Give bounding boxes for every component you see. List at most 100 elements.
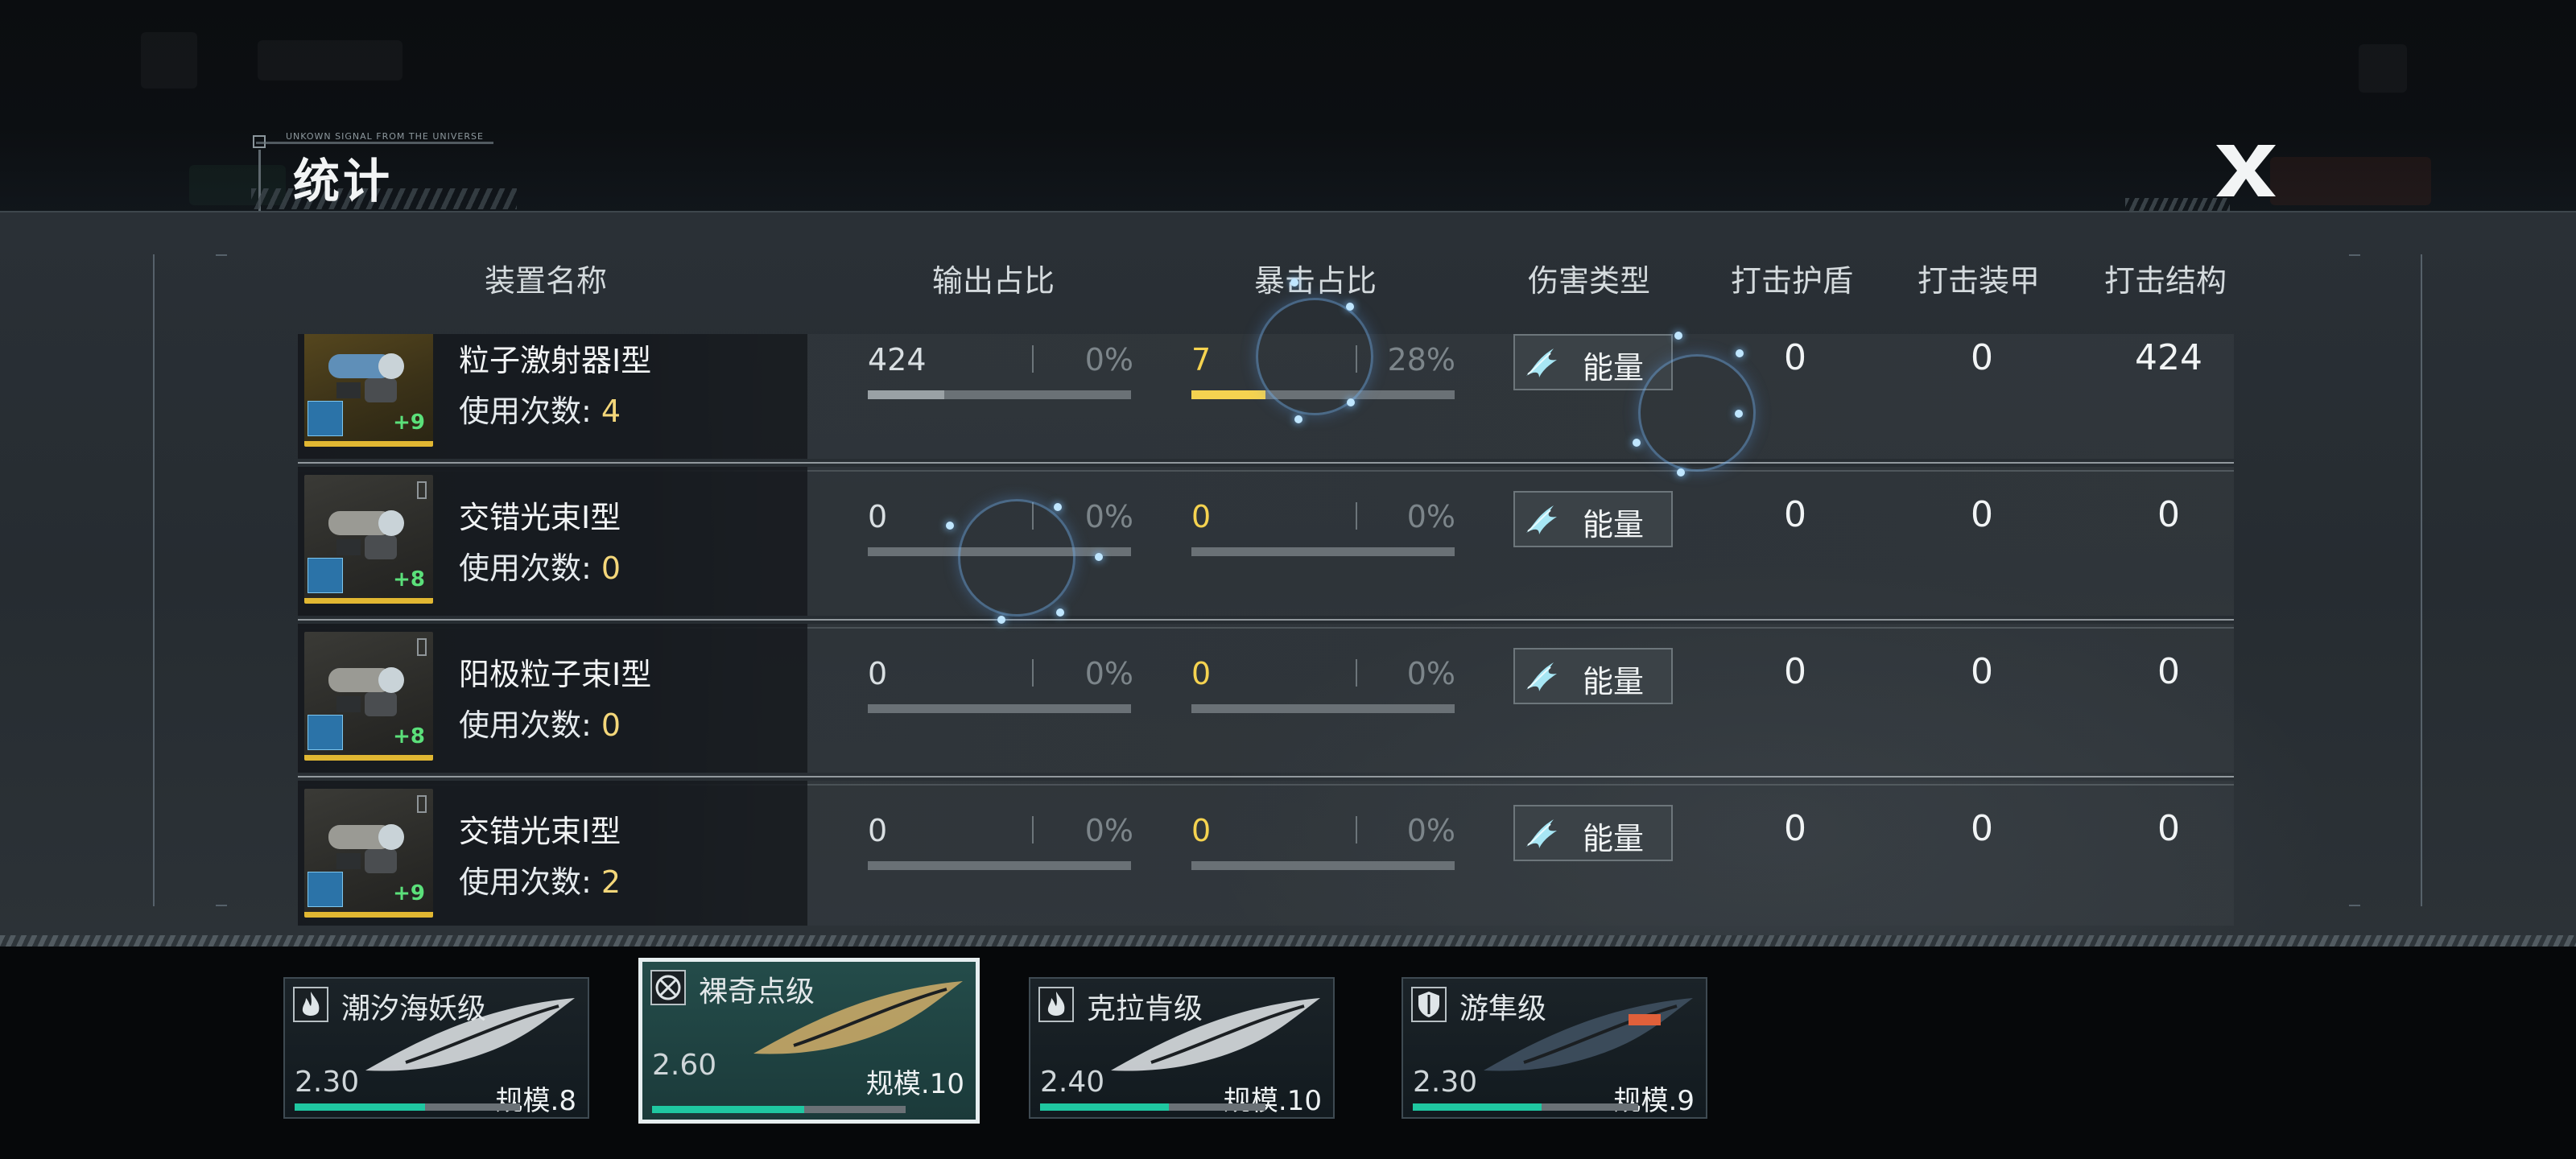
output-pct: 0%: [1084, 813, 1133, 848]
target-icon: [650, 970, 686, 1005]
header-hit-shield: 打击护盾: [1731, 263, 1854, 299]
ship-hp-bar: [1040, 1103, 1169, 1111]
damage-type-badge[interactable]: 能量: [1513, 648, 1673, 704]
damage-type-label: 能量: [1583, 821, 1645, 856]
ship-card[interactable]: 克拉肯级 2.40 规模.10: [1029, 977, 1335, 1119]
crit-pct: 0%: [1406, 656, 1455, 691]
corner-mark-icon: [417, 481, 427, 499]
divider: [1356, 816, 1357, 843]
energy-badge-icon: [308, 401, 343, 436]
output-pct: 0%: [1084, 656, 1133, 691]
hit-armor-value: 0: [1971, 651, 1993, 692]
ship-scale: 规模.8: [495, 1085, 576, 1117]
header-crit-ratio: 暴击占比: [1254, 263, 1377, 299]
divider: [1032, 816, 1034, 843]
bottom-divider: [0, 935, 2576, 947]
output-bar: [868, 704, 1131, 713]
hit-shield-value: 0: [1784, 494, 1806, 535]
crit-bar: [1191, 861, 1455, 870]
ship-name: 潮汐海妖级: [341, 992, 487, 1025]
close-icon: [2216, 145, 2276, 196]
crit-value: 0: [1191, 499, 1212, 534]
weapon-name: 粒子激射器I型: [459, 343, 652, 378]
energy-badge-icon: [308, 558, 343, 593]
title-deco-text: UNKOWN SIGNAL FROM THE UNIVERSE: [286, 131, 484, 142]
divider: [1356, 502, 1357, 530]
header-hit-structure: 打击结构: [2104, 263, 2227, 299]
output-value: 0: [868, 813, 888, 848]
weapon-thumbnail[interactable]: +9: [304, 789, 433, 918]
hit-structure-value: 424: [2135, 337, 2202, 378]
ship-power: 2.30: [295, 1066, 360, 1099]
hit-structure-value: 0: [2157, 651, 2180, 692]
divider: [1032, 345, 1034, 373]
ship-scale: 规模.10: [1223, 1085, 1322, 1117]
header-name: 装置名称: [485, 263, 608, 299]
use-count-label: 使用次数:: [459, 864, 592, 900]
damage-type-badge[interactable]: 能量: [1513, 491, 1673, 547]
use-count-value: 4: [601, 394, 621, 429]
weapon-thumbnail[interactable]: +9: [304, 334, 433, 447]
ship-hp-bar: [1413, 1103, 1542, 1111]
weapon-thumbnail[interactable]: +8: [304, 475, 433, 604]
energy-badge-icon: [308, 872, 343, 907]
use-count-row: 使用次数: 0: [459, 543, 621, 588]
hit-shield-value: 0: [1784, 337, 1806, 378]
hit-shield-value: 0: [1784, 651, 1806, 692]
crit-bar: [1191, 547, 1455, 556]
ship-power: 2.30: [1413, 1066, 1478, 1099]
use-count-value: 0: [601, 551, 621, 586]
use-count-row: 使用次数: 0: [459, 700, 621, 744]
table-row[interactable]: +8 阳极粒子束I型 使用次数: 0 0 0% 0 0% 能量 0 0 0: [298, 624, 2234, 786]
ship-hp-bar: [295, 1103, 426, 1111]
stats-table[interactable]: +9 粒子激射器I型 使用次数: 4 424 0% 7 28% 能量 0 0 424 +8 交错光束I型…: [0, 334, 2576, 926]
shield-icon: [1411, 987, 1447, 1022]
weapon-level: +9: [393, 881, 425, 905]
crit-value: 7: [1191, 342, 1212, 377]
crit-pct: 0%: [1406, 499, 1455, 534]
weapon-name: 阳极粒子束I型: [459, 657, 652, 692]
table-row[interactable]: +8 交错光束I型 使用次数: 0 0 0% 0 0% 能量 0 0 0: [298, 467, 2234, 629]
ship-card[interactable]: 潮汐海妖级 2.30 规模.8: [283, 977, 589, 1119]
header-output-ratio: 输出占比: [932, 263, 1055, 299]
ship-name: 游隼级: [1459, 992, 1547, 1025]
ship-power: 2.60: [652, 1049, 717, 1082]
weapon-level: +8: [393, 567, 425, 592]
output-value: 0: [868, 499, 888, 534]
header-damage-type: 伤害类型: [1528, 263, 1651, 299]
ship-card[interactable]: 裸奇点级 2.60 规模.10: [638, 958, 980, 1124]
hit-structure-value: 0: [2157, 494, 2180, 535]
crit-value: 0: [1191, 813, 1212, 848]
crit-pct: 0%: [1406, 813, 1455, 848]
damage-type-label: 能量: [1583, 664, 1645, 699]
use-count-label: 使用次数:: [459, 707, 592, 743]
close-button[interactable]: [2210, 138, 2282, 203]
output-bar: [868, 861, 1131, 870]
ship-name: 裸奇点级: [699, 975, 815, 1008]
crit-bar-fill: [1191, 390, 1265, 399]
hit-armor-value: 0: [1971, 808, 1993, 849]
damage-type-badge[interactable]: 能量: [1513, 805, 1673, 861]
energy-icon: [1523, 501, 1560, 538]
energy-icon: [1523, 344, 1560, 381]
use-count-label: 使用次数:: [459, 394, 592, 429]
crit-value: 0: [1191, 656, 1212, 691]
ship-scale: 规模.10: [865, 1068, 964, 1100]
energy-icon: [1523, 658, 1560, 695]
weapon-thumbnail[interactable]: +8: [304, 632, 433, 761]
use-count-value: 0: [601, 707, 621, 743]
use-count-label: 使用次数:: [459, 551, 592, 586]
weapon-name: 交错光束I型: [459, 814, 621, 849]
energy-icon: [1523, 815, 1560, 852]
ship-card[interactable]: 游隼级 2.30 规模.9: [1402, 977, 1707, 1119]
use-count-row: 使用次数: 4: [459, 386, 621, 431]
damage-type-label: 能量: [1583, 350, 1645, 386]
table-row[interactable]: +9 交错光束I型 使用次数: 2 0 0% 0 0% 能量 0 0 0: [298, 781, 2234, 926]
output-value: 424: [868, 342, 927, 377]
hit-structure-value: 0: [2157, 808, 2180, 849]
corner-mark-icon: [417, 795, 427, 813]
crit-bar: [1191, 704, 1455, 713]
ship-name: 克拉肯级: [1087, 992, 1203, 1025]
divider: [1356, 659, 1357, 687]
weapon-level: +9: [393, 410, 425, 435]
